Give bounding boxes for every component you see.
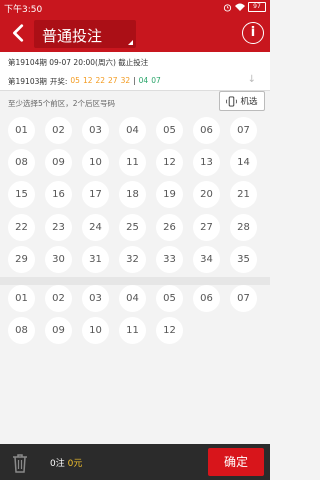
history-separator: | <box>133 76 136 85</box>
front-ball[interactable]: 05 <box>156 117 183 144</box>
back-ball[interactable]: 12 <box>156 317 183 344</box>
back-ball[interactable]: 02 <box>45 285 72 312</box>
random-pick-button[interactable]: 机选 <box>219 91 265 111</box>
front-ball[interactable]: 02 <box>45 117 72 144</box>
front-ball[interactable]: 11 <box>119 149 146 176</box>
front-ball[interactable]: 23 <box>45 214 72 241</box>
history-front-number: 32 <box>120 76 131 85</box>
selection-hint: 至少选择5个前区，2个后区号码 <box>8 99 116 108</box>
issue-deadline: 09-07 20:00(周六) 截止投注 <box>49 58 149 67</box>
alarm-icon <box>223 3 232 12</box>
front-ball[interactable]: 12 <box>156 149 183 176</box>
front-ball[interactable]: 18 <box>119 181 146 208</box>
back-ball[interactable]: 09 <box>45 317 72 344</box>
trash-icon[interactable] <box>10 452 30 474</box>
app-bar: 普通投注 i <box>0 16 270 52</box>
front-ball[interactable]: 15 <box>8 181 35 208</box>
play-type-dropdown[interactable]: 普通投注 <box>34 20 136 48</box>
front-ball[interactable]: 09 <box>45 149 72 176</box>
issue-info-row: 第19104期 09-07 20:00(周六) 截止投注 <box>0 52 270 73</box>
info-icon[interactable]: i <box>242 22 264 44</box>
back-ball[interactable]: 06 <box>193 285 220 312</box>
back-ball[interactable]: 11 <box>119 317 146 344</box>
front-ball[interactable]: 13 <box>193 149 220 176</box>
front-ball[interactable]: 35 <box>230 246 257 273</box>
page-title: 普通投注 <box>42 27 103 45</box>
wifi-icon <box>235 3 245 11</box>
history-label: 开奖: <box>49 77 68 86</box>
front-ball[interactable]: 22 <box>8 214 35 241</box>
back-ball[interactable]: 01 <box>8 285 35 312</box>
front-ball[interactable]: 06 <box>193 117 220 144</box>
back-ball[interactable]: 03 <box>82 285 109 312</box>
front-ball[interactable]: 07 <box>230 117 257 144</box>
dropdown-corner-icon <box>128 40 133 45</box>
front-ball[interactable]: 33 <box>156 246 183 273</box>
front-ball[interactable]: 30 <box>45 246 72 273</box>
back-ball[interactable]: 07 <box>230 285 257 312</box>
back-ball[interactable]: 08 <box>8 317 35 344</box>
front-ball[interactable]: 21 <box>230 181 257 208</box>
history-back-number: 07 <box>151 76 161 85</box>
front-ball[interactable]: 16 <box>45 181 72 208</box>
back-ball[interactable]: 10 <box>82 317 109 344</box>
history-back-number: 04 <box>138 76 149 85</box>
front-ball[interactable]: 10 <box>82 149 109 176</box>
draw-history-row[interactable]: 第19103期 开奖: 05 12 22 27 32 | 04 07 ↓ <box>0 72 270 91</box>
back-ball[interactable]: 05 <box>156 285 183 312</box>
battery-icon: 97 <box>248 2 266 12</box>
issue-text: 第19104期 09-07 20:00(周六) 截止投注 <box>8 57 148 68</box>
front-ball[interactable]: 24 <box>82 214 109 241</box>
front-ball[interactable]: 26 <box>156 214 183 241</box>
bottom-bar: 0注 0元 确定 <box>0 444 270 480</box>
shake-phone-icon <box>226 95 238 107</box>
front-ball[interactable]: 04 <box>119 117 146 144</box>
history-front-number: 22 <box>95 76 106 85</box>
status-icons: 97 <box>223 2 266 12</box>
front-ball[interactable]: 31 <box>82 246 109 273</box>
front-ball[interactable]: 25 <box>119 214 146 241</box>
history-front-number: 05 <box>70 76 80 85</box>
history-front-number: 27 <box>108 76 118 85</box>
back-ball[interactable]: 04 <box>119 285 146 312</box>
front-ball[interactable]: 01 <box>8 117 35 144</box>
front-ball[interactable]: 14 <box>230 149 257 176</box>
back-arrow-icon[interactable] <box>8 22 30 44</box>
front-ball[interactable]: 19 <box>156 181 183 208</box>
confirm-button[interactable]: 确定 <box>208 448 264 476</box>
status-bar: 下午3:50 97 <box>0 0 270 16</box>
history-period: 第19103期 <box>8 77 47 86</box>
front-ball[interactable]: 08 <box>8 149 35 176</box>
random-pick-label: 机选 <box>240 97 258 107</box>
bet-amount: 0元 <box>67 459 83 469</box>
front-ball[interactable]: 34 <box>193 246 220 273</box>
front-ball[interactable]: 27 <box>193 214 220 241</box>
front-ball[interactable]: 28 <box>230 214 257 241</box>
bet-summary: 0注 0元 <box>50 456 82 469</box>
status-time: 下午3:50 <box>4 5 43 15</box>
front-ball[interactable]: 32 <box>119 246 146 273</box>
front-ball[interactable]: 20 <box>193 181 220 208</box>
issue-period: 第19104期 <box>8 58 47 67</box>
expand-history-icon[interactable]: ↓ <box>248 74 256 85</box>
history-front-number: 12 <box>82 76 93 85</box>
front-ball[interactable]: 17 <box>82 181 109 208</box>
bet-count: 0注 <box>50 459 65 469</box>
front-ball[interactable]: 29 <box>8 246 35 273</box>
zone-divider <box>0 277 270 285</box>
front-ball[interactable]: 03 <box>82 117 109 144</box>
